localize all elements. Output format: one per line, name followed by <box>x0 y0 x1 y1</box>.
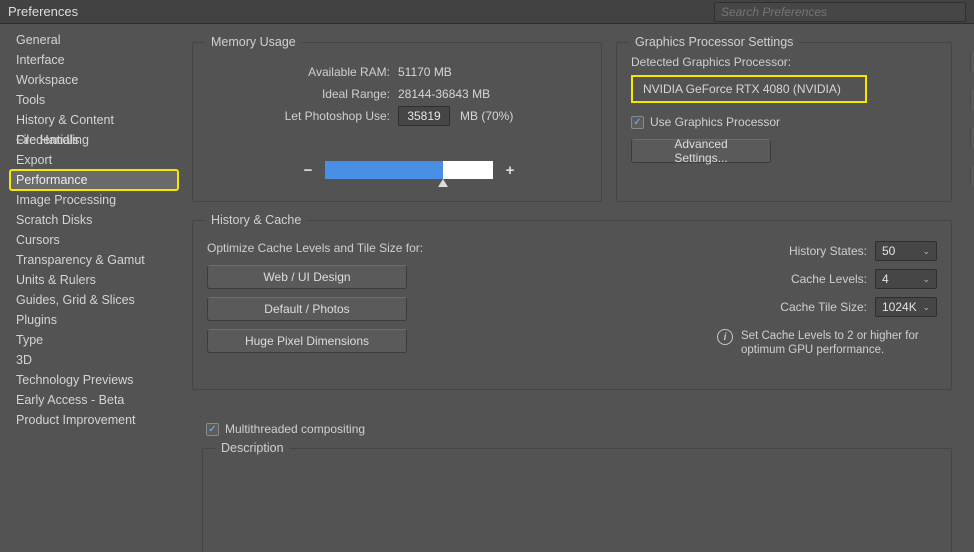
sidebar-item-type[interactable]: Type <box>10 330 178 350</box>
use-gpu-checkbox[interactable] <box>631 116 644 129</box>
detected-gpu-label: Detected Graphics Processor: <box>631 55 937 69</box>
sidebar-item-early-access-beta[interactable]: Early Access - Beta <box>10 390 178 410</box>
sidebar: GeneralInterfaceWorkspaceToolsHistory & … <box>0 24 182 552</box>
cache-info-text: Set Cache Levels to 2 or higher for opti… <box>741 329 937 358</box>
cache-levels-label: Cache Levels: <box>791 272 867 286</box>
memory-usage-group: Memory Usage Available RAM: 51170 MB Ide… <box>192 42 602 202</box>
sidebar-item-workspace[interactable]: Workspace <box>10 70 178 90</box>
sidebar-item-3d[interactable]: 3D <box>10 350 178 370</box>
chevron-down-icon: ⌄ <box>922 302 930 313</box>
sidebar-item-file-handling[interactable]: File Handling <box>10 130 178 150</box>
search-input[interactable] <box>714 2 966 22</box>
description-legend: Description <box>215 441 290 455</box>
slider-thumb[interactable] <box>438 179 448 187</box>
ideal-range-label: Ideal Range: <box>193 87 398 101</box>
history-states-dropdown[interactable]: 50 ⌄ <box>875 241 937 261</box>
sidebar-item-history-content-credentials[interactable]: History & Content Credentials <box>10 110 178 130</box>
chevron-down-icon: ⌄ <box>922 246 930 257</box>
memory-use-suffix: MB (70%) <box>460 109 513 123</box>
graphics-legend: Graphics Processor Settings <box>629 35 799 49</box>
ideal-range-value: 28144-36843 MB <box>398 87 490 101</box>
minus-icon[interactable]: − <box>301 163 315 177</box>
content: Memory Usage Available RAM: 51170 MB Ide… <box>182 24 974 552</box>
slider-fill <box>325 161 443 179</box>
cache-tile-dropdown[interactable]: 1024K ⌄ <box>875 297 937 317</box>
graphics-processor-group: Graphics Processor Settings Detected Gra… <box>616 42 952 202</box>
available-ram-value: 51170 MB <box>398 65 452 79</box>
titlebar: Preferences <box>0 0 974 24</box>
use-gpu-label: Use Graphics Processor <box>650 115 780 129</box>
info-icon: i <box>717 329 733 345</box>
let-use-label: Let Photoshop Use: <box>193 109 398 123</box>
cache-tile-label: Cache Tile Size: <box>780 300 867 314</box>
sidebar-item-cursors[interactable]: Cursors <box>10 230 178 250</box>
sidebar-item-technology-previews[interactable]: Technology Previews <box>10 370 178 390</box>
sidebar-item-performance[interactable]: Performance <box>10 170 178 190</box>
history-states-label: History States: <box>789 244 867 258</box>
plus-icon[interactable]: + <box>503 163 517 177</box>
multithreaded-checkbox[interactable] <box>206 423 219 436</box>
chevron-down-icon: ⌄ <box>922 274 930 285</box>
available-ram-label: Available RAM: <box>193 65 398 79</box>
sidebar-item-tools[interactable]: Tools <box>10 90 178 110</box>
description-group: Description <box>202 448 952 552</box>
sidebar-item-general[interactable]: General <box>10 30 178 50</box>
cache-levels-value: 4 <box>882 272 889 286</box>
history-states-value: 50 <box>882 244 895 258</box>
sidebar-item-image-processing[interactable]: Image Processing <box>10 190 178 210</box>
body: GeneralInterfaceWorkspaceToolsHistory & … <box>0 24 974 552</box>
sidebar-item-plugins[interactable]: Plugins <box>10 310 178 330</box>
slider-track[interactable] <box>325 161 493 179</box>
cache-tile-value: 1024K <box>882 300 917 314</box>
multithreaded-label: Multithreaded compositing <box>225 422 365 436</box>
default-photos-button[interactable]: Default / Photos <box>207 297 407 321</box>
memory-use-input[interactable] <box>398 106 450 126</box>
sidebar-item-transparency-gamut[interactable]: Transparency & Gamut <box>10 250 178 270</box>
web-ui-design-button[interactable]: Web / UI Design <box>207 265 407 289</box>
sidebar-item-export[interactable]: Export <box>10 150 178 170</box>
detected-gpu-value: NVIDIA GeForce RTX 4080 (NVIDIA) <box>631 75 867 103</box>
sidebar-item-interface[interactable]: Interface <box>10 50 178 70</box>
cache-levels-dropdown[interactable]: 4 ⌄ <box>875 269 937 289</box>
sidebar-item-guides-grid-slices[interactable]: Guides, Grid & Slices <box>10 290 178 310</box>
right-edge-buttons <box>970 24 974 552</box>
window-title: Preferences <box>8 4 78 19</box>
memory-slider[interactable]: − + <box>301 161 517 179</box>
history-legend: History & Cache <box>205 213 307 227</box>
sidebar-item-units-rulers[interactable]: Units & Rulers <box>10 270 178 290</box>
memory-legend: Memory Usage <box>205 35 302 49</box>
optimize-label: Optimize Cache Levels and Tile Size for: <box>207 241 423 255</box>
history-cache-group: History & Cache Optimize Cache Levels an… <box>192 220 952 390</box>
preferences-window: Preferences GeneralInterfaceWorkspaceToo… <box>0 0 974 552</box>
sidebar-item-product-improvement[interactable]: Product Improvement <box>10 410 178 430</box>
huge-pixel-button[interactable]: Huge Pixel Dimensions <box>207 329 407 353</box>
sidebar-item-scratch-disks[interactable]: Scratch Disks <box>10 210 178 230</box>
advanced-settings-button[interactable]: Advanced Settings... <box>631 139 771 163</box>
